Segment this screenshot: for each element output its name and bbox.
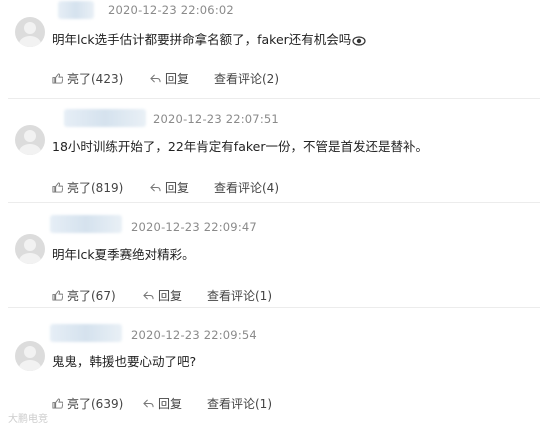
view-comments-button[interactable]: 查看评论(2) xyxy=(214,70,279,87)
avatar[interactable] xyxy=(15,234,45,264)
like-label: 亮了(423) xyxy=(67,72,124,86)
reply-button[interactable]: 回复 xyxy=(150,179,189,196)
like-button[interactable]: 亮了(639) xyxy=(52,395,123,412)
avatar[interactable] xyxy=(15,17,45,47)
comment-text-content: 明年lck选手估计都要拼命拿名额了，faker还有机会吗 xyxy=(52,32,352,47)
view-comments-label: 查看评论(1) xyxy=(207,397,272,411)
comment-item: 2020-12-23 22:06:02 明年lck选手估计都要拼命拿名额了，fa… xyxy=(0,0,540,98)
like-label: 亮了(639) xyxy=(67,397,124,411)
reply-button[interactable]: 回复 xyxy=(143,287,182,304)
reply-label: 回复 xyxy=(158,289,183,303)
reply-label: 回复 xyxy=(165,181,190,195)
like-button[interactable]: 亮了(819) xyxy=(52,179,123,196)
view-comments-label: 查看评论(1) xyxy=(207,289,272,303)
watermark-logo: 大鹏电竞 xyxy=(8,414,48,425)
username-blurred[interactable] xyxy=(58,1,94,19)
like-label: 亮了(819) xyxy=(67,181,124,195)
comment-item: 2020-12-23 22:09:47 明年lck夏季赛绝对精彩。 亮了(67)… xyxy=(0,203,540,307)
thumb-up-icon xyxy=(52,73,63,84)
eye-emoji-icon xyxy=(352,35,366,46)
reply-arrow-icon xyxy=(150,74,161,83)
like-button[interactable]: 亮了(67) xyxy=(52,287,116,304)
reply-arrow-icon xyxy=(143,291,154,300)
view-comments-label: 查看评论(4) xyxy=(214,181,279,195)
comment-text: 明年lck夏季赛绝对精彩。 xyxy=(52,247,195,262)
username-blurred[interactable] xyxy=(50,215,122,233)
view-comments-button[interactable]: 查看评论(4) xyxy=(214,179,279,196)
view-comments-button[interactable]: 查看评论(1) xyxy=(207,287,272,304)
comment-timestamp: 2020-12-23 22:06:02 xyxy=(108,3,234,17)
comment-timestamp: 2020-12-23 22:09:54 xyxy=(131,328,257,342)
view-comments-button[interactable]: 查看评论(1) xyxy=(207,395,272,412)
username-blurred[interactable] xyxy=(50,324,122,342)
username-blurred[interactable] xyxy=(64,109,146,127)
thumb-up-icon xyxy=(52,290,63,301)
reply-button[interactable]: 回复 xyxy=(143,395,182,412)
reply-label: 回复 xyxy=(165,72,190,86)
comment-text: 明年lck选手估计都要拼命拿名额了，faker还有机会吗 xyxy=(52,29,366,48)
comment-actions: 亮了(423) 回复 查看评论(2) xyxy=(52,70,532,86)
reply-arrow-icon xyxy=(150,183,161,192)
like-label: 亮了(67) xyxy=(67,289,116,303)
view-comments-label: 查看评论(2) xyxy=(214,72,279,86)
reply-button[interactable]: 回复 xyxy=(150,70,189,87)
comment-actions: 亮了(819) 回复 查看评论(4) xyxy=(52,179,532,195)
avatar[interactable] xyxy=(15,341,45,371)
comment-text: 18小时训练开始了，22年肯定有faker一份，不管是首发还是替补。 xyxy=(52,139,428,154)
comment-timestamp: 2020-12-23 22:09:47 xyxy=(131,220,257,234)
thumb-up-icon xyxy=(52,398,63,409)
reply-arrow-icon xyxy=(143,399,154,408)
comment-item: 2020-12-23 22:07:51 18小时训练开始了，22年肯定有fake… xyxy=(0,99,540,202)
comment-item: 2020-12-23 22:09:54 鬼鬼，韩援也要心动了吧? 亮了(639)… xyxy=(0,308,540,429)
avatar[interactable] xyxy=(15,125,45,155)
thumb-up-icon xyxy=(52,182,63,193)
like-button[interactable]: 亮了(423) xyxy=(52,70,123,87)
comment-text: 鬼鬼，韩援也要心动了吧? xyxy=(52,354,197,369)
reply-label: 回复 xyxy=(158,397,183,411)
comment-actions: 亮了(67) 回复 查看评论(1) xyxy=(52,287,532,303)
comment-actions: 亮了(639) 回复 查看评论(1) xyxy=(52,395,532,411)
comment-timestamp: 2020-12-23 22:07:51 xyxy=(153,112,279,126)
